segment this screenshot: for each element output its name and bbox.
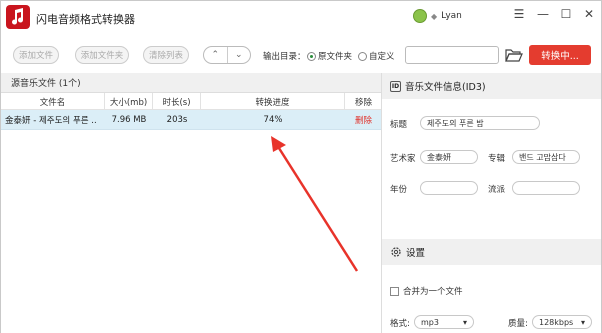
folder-open-icon[interactable]: [505, 47, 523, 63]
year-label: 年份: [390, 185, 408, 195]
title-field[interactable]: 제주도의 푸른 밤: [420, 116, 540, 130]
add-file-button[interactable]: 添加文件: [13, 46, 59, 64]
settings-title: 设置: [406, 248, 426, 259]
radio-custom-label: 自定义: [369, 52, 395, 62]
maximize-button[interactable]: ☐: [558, 6, 574, 22]
avatar[interactable]: [413, 9, 427, 23]
id3-icon: ID: [390, 80, 401, 92]
annotation-arrow: [271, 136, 359, 272]
format-label: 格式:: [390, 319, 410, 329]
gear-icon: [391, 247, 401, 257]
vip-diamond-icon: ◆: [431, 11, 438, 21]
move-up-button[interactable]: ⌃: [204, 47, 227, 63]
toolbar: 添加文件 添加文件夹 清除列表 ⌃ ⌄ 输出目录： 原文件夹 自定义 转换中..…: [1, 35, 601, 73]
album-field[interactable]: 밴드 고맙삼다: [512, 150, 580, 164]
quality-label: 质量:: [508, 319, 528, 329]
album-label: 专辑: [488, 154, 506, 164]
minimize-button[interactable]: —: [535, 6, 551, 22]
genre-field[interactable]: [512, 181, 580, 195]
merge-checkbox[interactable]: 合并为一个文件: [390, 285, 463, 297]
checkbox-icon[interactable]: [390, 286, 399, 296]
merge-label: 合并为一个文件: [403, 287, 463, 297]
chevron-down-icon: ▾: [462, 317, 467, 327]
genre-label: 流派: [488, 185, 506, 195]
artist-label: 艺术家: [390, 154, 416, 164]
chevron-down-icon: ▾: [580, 317, 585, 327]
app-title: 闪电音频格式转换器: [36, 13, 135, 26]
radio-source-folder[interactable]: 原文件夹: [307, 50, 352, 62]
output-dir-label: 输出目录：: [263, 52, 306, 62]
radio-off-icon[interactable]: [358, 51, 367, 61]
clear-list-button[interactable]: 清除列表: [143, 46, 189, 64]
format-value: mp3: [421, 317, 439, 327]
year-field[interactable]: [420, 181, 478, 195]
close-button[interactable]: ✕: [581, 6, 597, 22]
info-panel: ID 音乐文件信息(ID3) 标题 제주도의 푸른 밤 艺术家 金泰妍 专辑 밴…: [382, 73, 601, 333]
radio-source-label: 原文件夹: [318, 52, 353, 62]
source-files-panel: 源音乐文件 (1个) 文件名 大小(mb) 时长(s) 转换进度 移除 金泰妍 …: [1, 73, 382, 333]
menu-icon[interactable]: ☰: [511, 6, 527, 22]
convert-button[interactable]: 转换中...: [529, 45, 591, 65]
quality-select[interactable]: 128kbps ▾: [532, 315, 592, 329]
radio-custom-folder[interactable]: 自定义: [358, 50, 395, 62]
title-bar: 闪电音频格式转换器 ◆ Lyan ☰ — ☐ ✕: [1, 1, 601, 35]
id3-title: 音乐文件信息(ID3): [405, 82, 486, 93]
id3-header: ID 音乐文件信息(ID3): [382, 73, 601, 99]
reorder-buttons: ⌃ ⌄: [203, 46, 251, 64]
output-path-input[interactable]: [405, 46, 499, 64]
quality-value: 128kbps: [539, 317, 574, 327]
add-folder-button[interactable]: 添加文件夹: [75, 46, 129, 64]
app-window: 闪电音频格式转换器 ◆ Lyan ☰ — ☐ ✕ 添加文件 添加文件夹 清除列表…: [0, 0, 602, 333]
move-down-button[interactable]: ⌄: [226, 47, 251, 63]
app-logo-icon: [6, 5, 30, 29]
format-select[interactable]: mp3 ▾: [414, 315, 474, 329]
radio-on-icon[interactable]: [307, 51, 316, 61]
settings-header: 设置: [382, 239, 601, 265]
user-info[interactable]: ◆ Lyan: [413, 8, 462, 24]
username[interactable]: Lyan: [441, 11, 462, 21]
title-label: 标题: [390, 120, 408, 130]
artist-field[interactable]: 金泰妍: [420, 150, 478, 164]
